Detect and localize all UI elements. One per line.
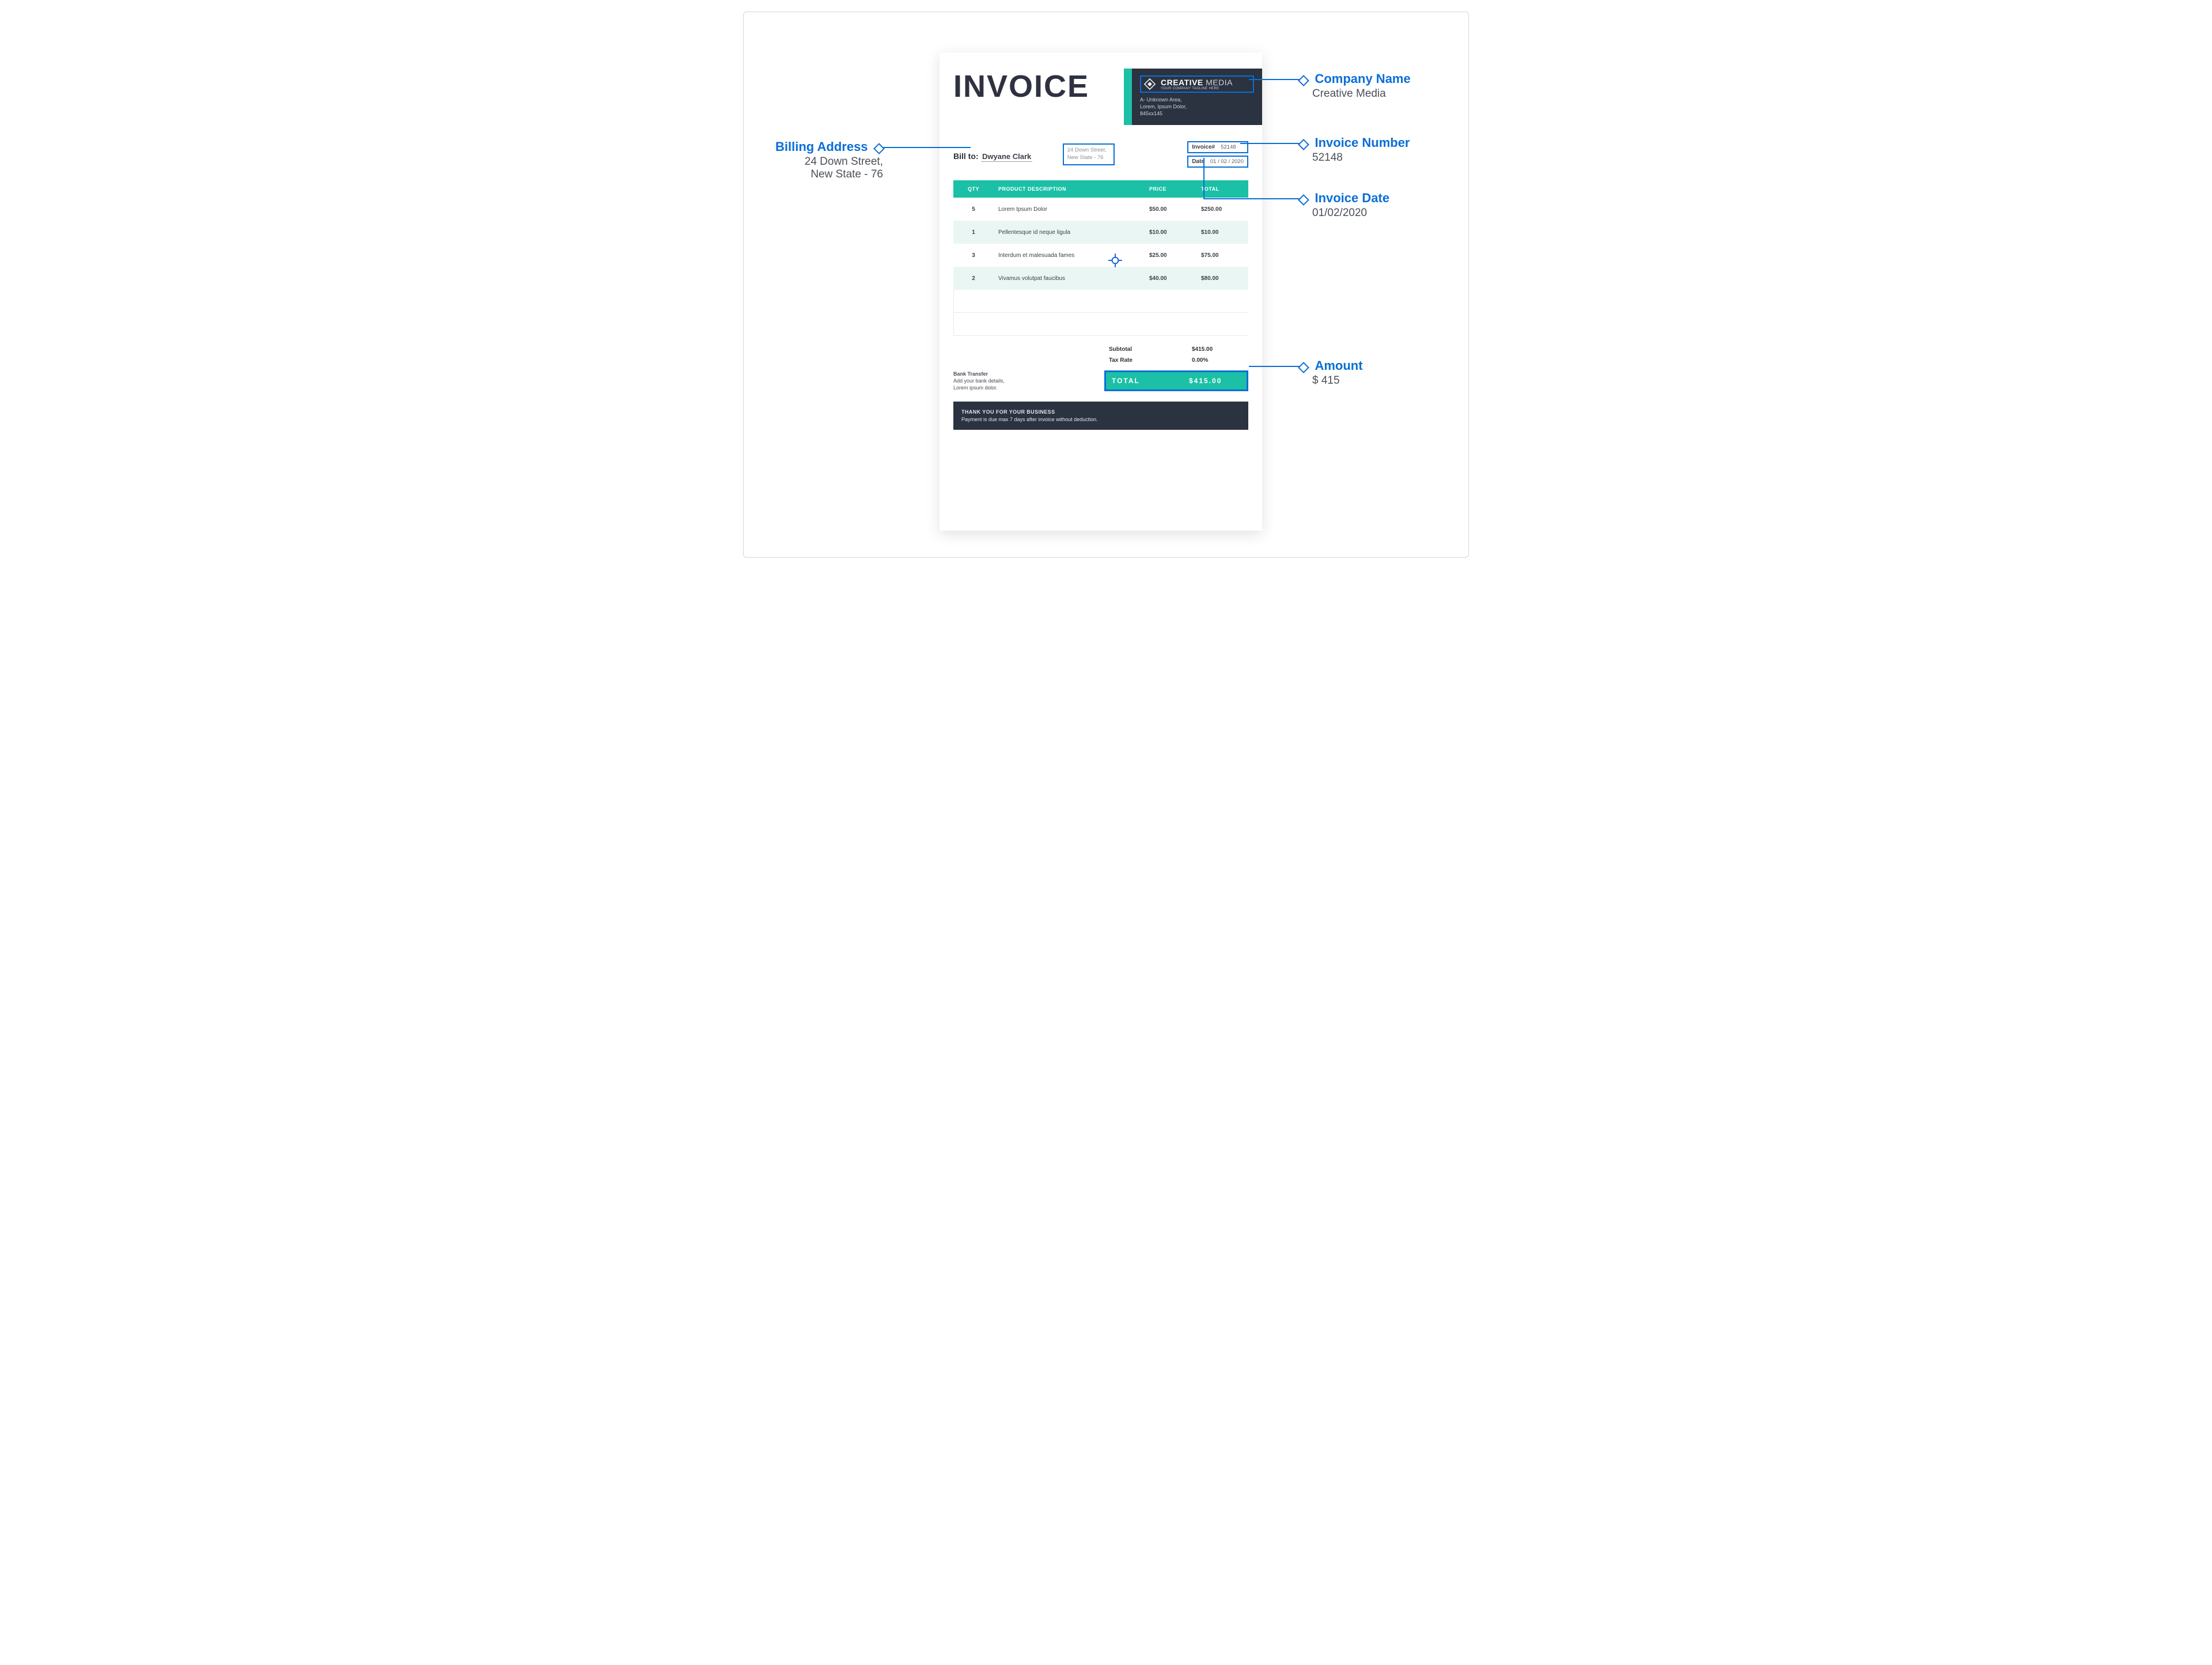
- invoice-header: INVOICE CREATIVE MEDIA: [953, 69, 1248, 138]
- brand-name-highlight: CREATIVE MEDIA YOUR COMPANY TAGLINE HERE: [1140, 75, 1254, 93]
- bill-to-label: Bill to:: [953, 152, 979, 161]
- table-row: 5 Lorem Ipsum Dolor $50.00 $250.00: [953, 198, 1248, 221]
- subtotal-value: $415.00: [1192, 346, 1244, 353]
- brand-logo-icon: [1143, 78, 1156, 90]
- bill-to-name: Dwyane Clark: [981, 152, 1032, 162]
- totals: Subtotal $415.00 Tax Rate 0.00% TOTAL $4…: [1104, 344, 1248, 391]
- col-price: PRICE: [1145, 180, 1196, 198]
- callout-title: Invoice Date: [1315, 191, 1389, 205]
- callout-value: 52148: [1312, 152, 1410, 164]
- brand-accent-bar: [1124, 69, 1132, 125]
- diamond-icon: [1298, 194, 1309, 206]
- subtotal-row: Subtotal $415.00: [1104, 344, 1248, 355]
- invoice-date-value: 01 / 02 / 2020: [1210, 158, 1244, 165]
- leader-line: [1249, 366, 1300, 367]
- bank-details: Bank Transfer Add your bank details, Lor…: [953, 370, 1100, 391]
- cell-price: $40.00: [1145, 275, 1196, 282]
- summary-section: Bank Transfer Add your bank details, Lor…: [953, 344, 1248, 391]
- callout-amount: Amount $ 415: [1300, 358, 1363, 387]
- bill-to-address-highlight: 24 Down Street, New State - 76: [1063, 143, 1115, 165]
- table-row: 1 Pellentesque id neque ligula $10.00 $1…: [953, 221, 1248, 244]
- leader-line: [1240, 143, 1300, 144]
- brand-name-light: MEDIA: [1206, 78, 1233, 87]
- invoice-number-value: 52148: [1221, 144, 1236, 150]
- brand-name-strong: CREATIVE: [1161, 78, 1203, 87]
- cell-price: $50.00: [1145, 206, 1196, 213]
- brand-name: CREATIVE MEDIA: [1161, 78, 1233, 87]
- tax-label: Tax Rate: [1109, 357, 1192, 364]
- brand-panel: CREATIVE MEDIA YOUR COMPANY TAGLINE HERE…: [1132, 69, 1262, 125]
- invoice-footer: THANK YOU FOR YOUR BUSINESS Payment is d…: [953, 402, 1248, 430]
- bill-to-block: Bill to: Dwyane Clark 24 Down Street, Ne…: [953, 141, 1115, 165]
- brand-block: CREATIVE MEDIA YOUR COMPANY TAGLINE HERE…: [1124, 69, 1262, 125]
- bank-line: Lorem ipsum dolor.: [953, 384, 1100, 391]
- footer-terms: Payment is due max 7 days after invoice …: [961, 416, 1240, 423]
- invoice-meta: Invoice# 52148 Date 01 / 02 / 2020: [1187, 141, 1248, 170]
- invoice-document: INVOICE CREATIVE MEDIA: [940, 52, 1262, 531]
- leader-line: [883, 147, 971, 148]
- total-highlight: TOTAL $415.00: [1104, 370, 1248, 391]
- invoice-date-label: Date: [1192, 158, 1205, 165]
- invoice-number-label: Invoice#: [1192, 144, 1215, 150]
- brand-address: A- Unknown Area, Lorem, Ipsum Dolor, 845…: [1140, 96, 1254, 117]
- callout-invoice-number: Invoice Number 52148: [1300, 135, 1410, 164]
- table-row-empty: [953, 290, 1248, 313]
- callout-title: Amount: [1315, 358, 1362, 373]
- col-qty: QTY: [953, 180, 994, 198]
- callout-value: 01/02/2020: [1312, 207, 1389, 220]
- tax-value: 0.00%: [1192, 357, 1244, 364]
- callout-billing-address: Billing Address 24 Down Street, New Stat…: [774, 139, 883, 181]
- cell-total: $80.00: [1196, 275, 1248, 282]
- cell-desc: Pellentesque id neque ligula: [994, 229, 1145, 236]
- cell-qty: 3: [953, 252, 994, 259]
- table-row: 3 Interdum et malesuada fames $25.00 $75…: [953, 244, 1248, 267]
- diamond-icon: [873, 143, 885, 154]
- cell-desc: Lorem Ipsum Dolor: [994, 206, 1145, 213]
- invoice-number-highlight: Invoice# 52148: [1187, 141, 1248, 153]
- cell-total: $10.00: [1196, 229, 1248, 236]
- col-desc: PRODUCT DESCRIPTION: [994, 180, 1145, 198]
- cell-price: $10.00: [1145, 229, 1196, 236]
- leader-line: [1203, 198, 1300, 199]
- callout-title: Company Name: [1315, 71, 1410, 86]
- brand-tagline: YOUR COMPANY TAGLINE HERE: [1161, 87, 1233, 90]
- cell-total: $250.00: [1196, 206, 1248, 213]
- diamond-icon: [1298, 139, 1309, 150]
- diamond-icon: [1298, 362, 1309, 373]
- footer-thanks: THANK YOU FOR YOUR BUSINESS: [961, 408, 1240, 416]
- line-items-table: QTY PRODUCT DESCRIPTION PRICE TOTAL 5 Lo…: [953, 180, 1248, 336]
- cell-qty: 2: [953, 275, 994, 282]
- callout-value: $ 415: [1312, 374, 1363, 387]
- bank-title: Bank Transfer: [953, 370, 1100, 377]
- bank-line: Add your bank details,: [953, 377, 1100, 384]
- subtotal-label: Subtotal: [1109, 346, 1192, 353]
- callout-title: Invoice Number: [1315, 135, 1410, 150]
- table-row: 2 Vivamus volutpat faucibus $40.00 $80.0…: [953, 267, 1248, 290]
- callout-invoice-date: Invoice Date 01/02/2020: [1300, 191, 1389, 220]
- total-label: TOTAL: [1112, 377, 1189, 385]
- total-value: $415.00: [1189, 377, 1241, 385]
- cell-qty: 1: [953, 229, 994, 236]
- callout-value: 24 Down Street, New State - 76: [774, 156, 883, 181]
- table-body: 5 Lorem Ipsum Dolor $50.00 $250.00 1 Pel…: [953, 198, 1248, 336]
- cell-qty: 5: [953, 206, 994, 213]
- table-row-empty: [953, 313, 1248, 336]
- diagram-frame: INVOICE CREATIVE MEDIA: [743, 12, 1469, 558]
- leader-line: [1203, 158, 1205, 198]
- cell-desc: Vivamus volutpat faucibus: [994, 275, 1145, 282]
- diamond-icon: [1298, 75, 1309, 86]
- leader-line: [1249, 79, 1300, 80]
- callout-value: Creative Media: [1312, 88, 1411, 100]
- callout-company-name: Company Name Creative Media: [1300, 71, 1411, 100]
- callout-title: Billing Address: [775, 139, 868, 154]
- cell-desc: Interdum et malesuada fames: [994, 252, 1145, 259]
- cell-total: $75.00: [1196, 252, 1248, 259]
- invoice-date-highlight: Date 01 / 02 / 2020: [1187, 156, 1248, 168]
- cell-price: $25.00: [1145, 252, 1196, 259]
- tax-row: Tax Rate 0.00%: [1104, 355, 1248, 366]
